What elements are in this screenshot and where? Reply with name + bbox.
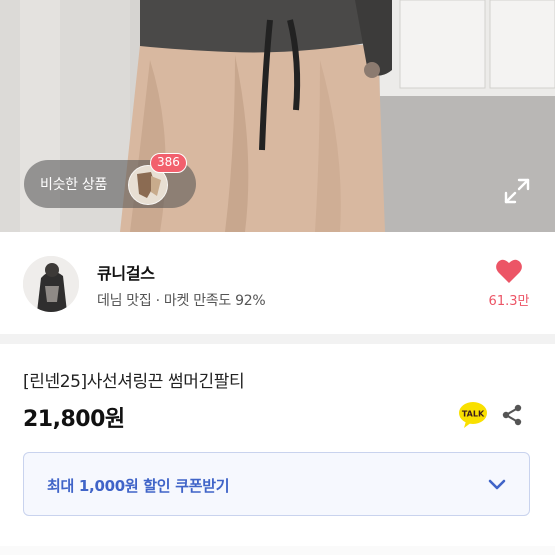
chevron-down-icon	[486, 474, 508, 496]
like-count: 61.3만	[488, 294, 530, 309]
heart-icon[interactable]	[495, 258, 523, 284]
product-photo[interactable]: 비슷한 상품 386	[0, 0, 555, 232]
shop-info-row[interactable]: 큐니걸스 데님 맛집 · 마켓 만족도 92% 61.3만	[0, 232, 555, 334]
bottom-spacer	[0, 546, 555, 555]
shop-meta: 데님 맛집 · 마켓 만족도 92%	[97, 293, 266, 309]
product-title: [린넨25]사선셔링끈 썸머긴팔티	[23, 372, 245, 392]
kakao-talk-icon[interactable]: TALK	[458, 401, 488, 429]
shop-name[interactable]: 큐니걸스	[97, 260, 155, 284]
section-divider	[0, 334, 555, 344]
similar-count-badge: 386	[150, 153, 187, 173]
talk-badge-text: TALK	[462, 410, 485, 419]
shop-avatar[interactable]	[23, 256, 79, 312]
coupon-label: 최대 1,000원 할인 쿠폰받기	[47, 477, 230, 495]
share-icon[interactable]	[500, 403, 524, 427]
coupon-download-button[interactable]: 최대 1,000원 할인 쿠폰받기	[23, 452, 530, 516]
avatar-image	[23, 256, 79, 312]
similar-products-label: 비슷한 상품	[40, 177, 108, 193]
expand-icon[interactable]	[502, 176, 532, 206]
product-price: 21,800원	[23, 407, 125, 432]
